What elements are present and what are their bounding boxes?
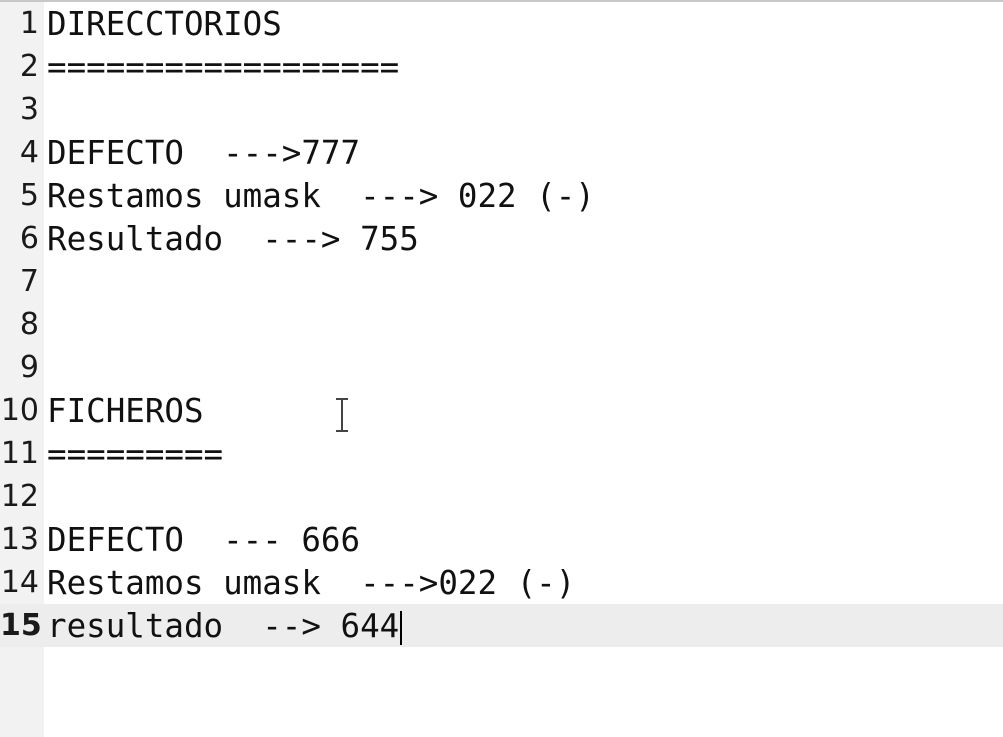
editor-line[interactable]: 4 DEFECTO --->777 xyxy=(0,131,1003,174)
editor-line[interactable]: 13 DEFECTO --- 666 xyxy=(0,518,1003,561)
editor-line[interactable]: 3 xyxy=(0,88,1003,131)
editor-lines[interactable]: 1 DIRECCTORIOS 2 ================== 3 4 … xyxy=(0,2,1003,647)
text-caret xyxy=(400,610,403,645)
line-number: 12 xyxy=(0,479,39,514)
line-number: 7 xyxy=(19,264,39,299)
line-number: 5 xyxy=(19,178,39,213)
line-text[interactable]: ================== xyxy=(44,48,399,86)
line-text[interactable]: Restamos umask --->022 (-) xyxy=(44,564,575,602)
line-number: 11 xyxy=(0,436,39,471)
line-number: 1 xyxy=(19,6,39,41)
editor-line[interactable]: 8 xyxy=(0,303,1003,346)
line-number: 15 xyxy=(0,608,42,643)
editor-line[interactable]: 9 xyxy=(0,346,1003,389)
line-text[interactable]: FICHEROS xyxy=(44,392,204,430)
line-number: 10 xyxy=(0,393,39,428)
line-number: 14 xyxy=(0,565,39,600)
current-editor-line[interactable]: 15 resultado --> 644 xyxy=(0,604,1003,647)
line-number: 6 xyxy=(19,221,39,256)
text-editor[interactable]: 1 DIRECCTORIOS 2 ================== 3 4 … xyxy=(0,0,1003,737)
editor-line[interactable]: 11 ========= xyxy=(0,432,1003,475)
editor-line[interactable]: 2 ================== xyxy=(0,45,1003,88)
editor-line[interactable]: 12 xyxy=(0,475,1003,518)
line-number: 13 xyxy=(0,522,39,557)
line-number: 4 xyxy=(19,135,39,170)
line-text[interactable]: Restamos umask ---> 022 (-) xyxy=(44,177,595,215)
editor-line[interactable]: 6 Resultado ---> 755 xyxy=(0,217,1003,260)
ibeam-cursor-icon xyxy=(336,398,348,432)
line-text[interactable]: DEFECTO --->777 xyxy=(44,134,360,172)
line-number: 2 xyxy=(19,49,39,84)
line-number: 8 xyxy=(19,307,39,342)
line-number: 9 xyxy=(19,350,39,385)
line-text[interactable]: DIRECCTORIOS xyxy=(44,5,282,43)
editor-line[interactable]: 5 Restamos umask ---> 022 (-) xyxy=(0,174,1003,217)
line-text[interactable]: Resultado ---> 755 xyxy=(44,220,419,258)
editor-line[interactable]: 1 DIRECCTORIOS xyxy=(0,2,1003,45)
line-text[interactable]: DEFECTO --- 666 xyxy=(44,521,360,559)
editor-line[interactable]: 7 xyxy=(0,260,1003,303)
line-text[interactable]: resultado --> 644 xyxy=(44,607,403,645)
line-text-content[interactable]: resultado --> 644 xyxy=(47,607,399,645)
editor-line[interactable]: 10 FICHEROS xyxy=(0,389,1003,432)
line-number: 3 xyxy=(19,92,39,127)
editor-line[interactable]: 14 Restamos umask --->022 (-) xyxy=(0,561,1003,604)
line-text[interactable]: ========= xyxy=(44,435,223,473)
